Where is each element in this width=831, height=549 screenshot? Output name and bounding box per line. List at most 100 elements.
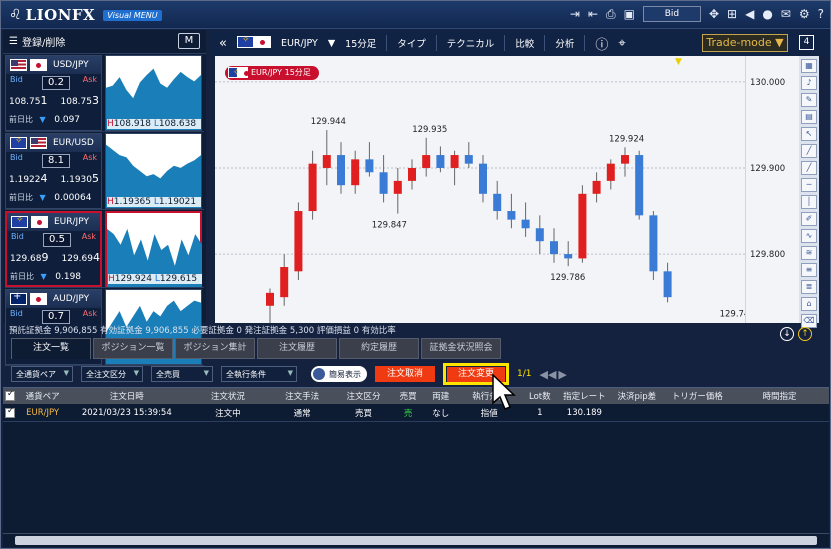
grid-icon[interactable]: ⊞ — [727, 7, 737, 21]
candle-body[interactable] — [535, 228, 544, 242]
mini-chart[interactable]: H108.918 L108.638 — [105, 55, 202, 131]
export-icon[interactable]: ⇥ — [570, 7, 580, 21]
prev-page-icon[interactable]: ◀◀ — [539, 368, 556, 381]
column-header[interactable]: 指定レート — [560, 390, 610, 402]
candle-body[interactable] — [464, 155, 473, 164]
pair-select[interactable]: EUR/JPY — [281, 38, 318, 49]
interval-select[interactable]: 15分足 — [345, 36, 376, 50]
candle-body[interactable] — [379, 172, 388, 194]
zigzag-tool-icon[interactable]: ≋ — [801, 246, 817, 260]
layout-number[interactable]: 4 — [799, 35, 814, 50]
visual-menu-button[interactable]: Visual MENU — [103, 9, 162, 21]
info-icon[interactable]: ⓘ — [595, 34, 608, 53]
hline-tool-icon[interactable]: ─ — [801, 178, 817, 192]
candle-body[interactable] — [294, 211, 303, 272]
candle-body[interactable] — [280, 267, 289, 298]
collapse-icon[interactable]: « — [219, 36, 227, 51]
ray-tool-icon[interactable]: ╱ — [801, 161, 817, 175]
mini-chart[interactable]: H1.19365 L1.19021 — [105, 133, 202, 209]
column-header[interactable]: 決済pip差 — [609, 390, 664, 402]
layout-icon[interactable]: ✥ — [709, 7, 719, 21]
chevron-down-icon[interactable]: ▼ — [328, 38, 335, 49]
m-button[interactable]: M — [178, 33, 200, 49]
ask-price[interactable]: 129.694 — [62, 251, 101, 264]
pair-filter[interactable]: 全通貨ペア — [11, 366, 73, 382]
pair-row-eur-jpy[interactable]: EUR/JPY Bid Ask 0.5 129.689 129.694 前日比 … — [5, 211, 204, 288]
candle-body[interactable] — [266, 292, 274, 306]
column-header[interactable]: トリガー価格 — [665, 390, 730, 402]
pair-row-eur-usd[interactable]: EUR/USD Bid Ask 8.1 1.19224 1.19305 前日比 … — [5, 133, 204, 210]
analysis-button[interactable]: 分析 — [555, 36, 574, 50]
gear-icon[interactable]: ⚙ — [799, 7, 810, 21]
candle-body[interactable] — [351, 159, 360, 186]
bid-price[interactable]: 129.689 — [10, 251, 49, 264]
wave-tool-icon[interactable]: ∿ — [801, 229, 817, 243]
register-button[interactable]: 登録/削除 — [22, 34, 65, 49]
line-tool-icon[interactable]: ╱ — [801, 144, 817, 158]
candle-body[interactable] — [635, 155, 644, 216]
rate-card[interactable]: USD/JPY Bid Ask 0.2 108.751 108.753 前日比 … — [5, 55, 102, 131]
candle-body[interactable] — [365, 159, 374, 173]
order-type-filter[interactable]: 全注文区分 — [81, 366, 143, 382]
ask-price[interactable]: 1.19305 — [61, 172, 100, 185]
save-icon[interactable]: ▣ — [624, 7, 635, 21]
bid-price[interactable]: 1.19224 — [9, 172, 48, 185]
candlestick-chart[interactable]: ▼ 129.944 129.935 129.924 129.847 129.786 129.… — [215, 56, 797, 323]
trade-mode-button[interactable]: Trade-mode ▼ — [702, 34, 788, 52]
layout-tool-icon[interactable]: ▤ — [801, 110, 817, 124]
tab-4[interactable]: 約定履歴 — [339, 338, 419, 359]
column-header[interactable]: 注文区分 — [334, 390, 393, 402]
next-page-icon[interactable]: ▶ — [558, 368, 566, 381]
bell-tool-icon[interactable]: ♪ — [801, 76, 817, 90]
scroll-thumb[interactable] — [15, 536, 817, 545]
table-row[interactable]: EUR/JPY2021/03/23 15:39:54注文中通常売買売なし指値11… — [3, 404, 829, 422]
image-tool-icon[interactable]: ▦ — [801, 59, 817, 73]
simple-display-toggle[interactable]: 簡易表示 — [311, 366, 367, 382]
sound-icon[interactable]: ◀ — [745, 7, 754, 21]
tab-3[interactable]: 注文履歴 — [257, 338, 337, 359]
horizontal-scrollbar[interactable] — [3, 533, 829, 547]
bid-price[interactable]: 108.751 — [9, 94, 48, 107]
rate-card[interactable]: EUR/USD Bid Ask 8.1 1.19224 1.19305 前日比 … — [5, 133, 102, 209]
candle-body[interactable] — [550, 241, 558, 255]
condition-filter[interactable]: 全執行条件 — [221, 366, 297, 382]
tab-2[interactable]: ポジション集計 — [175, 338, 255, 359]
mail-icon[interactable]: ✉ — [781, 7, 791, 21]
column-header[interactable]: 時間指定 — [730, 390, 829, 402]
candle-body[interactable] — [649, 215, 658, 272]
import-icon[interactable]: ⇤ — [588, 7, 598, 21]
column-header[interactable]: Lot数 — [520, 390, 560, 402]
column-header[interactable]: 注文日時 — [68, 390, 185, 402]
candle-body[interactable] — [493, 193, 502, 212]
candle-body[interactable] — [322, 155, 331, 168]
cursor-tool-icon[interactable]: ↖ — [801, 127, 817, 141]
tab-0[interactable]: 注文一覧 — [11, 338, 91, 359]
rate-card[interactable]: EUR/JPY Bid Ask 0.5 129.689 129.694 前日比 … — [5, 211, 102, 287]
candle-body[interactable] — [621, 155, 629, 164]
comment-tool-icon[interactable]: ✎ — [801, 93, 817, 107]
pair-row-usd-jpy[interactable]: USD/JPY Bid Ask 0.2 108.751 108.753 前日比 … — [5, 55, 204, 132]
column-header[interactable]: 売買 — [393, 390, 423, 402]
candle-body[interactable] — [507, 211, 516, 220]
vline-tool-icon[interactable]: │ — [801, 195, 817, 209]
candle-body[interactable] — [393, 180, 402, 194]
side-filter[interactable]: 全売買 — [151, 366, 213, 382]
candle-body[interactable] — [564, 254, 573, 259]
column-header[interactable]: 両建 — [423, 390, 459, 402]
candle-body[interactable] — [436, 155, 445, 168]
column-header[interactable]: 注文状況 — [185, 390, 270, 402]
pen-tool-icon[interactable]: ✐ — [801, 212, 817, 226]
column-header[interactable]: 注文手法 — [270, 390, 333, 402]
column-header[interactable]: 通貨ペア — [17, 390, 69, 402]
alert-icon[interactable]: ● — [762, 7, 772, 21]
print-icon[interactable]: ⎙ — [606, 7, 616, 22]
type-button[interactable]: タイプ — [397, 36, 426, 50]
select-all-checkbox[interactable] — [4, 391, 15, 401]
candle-body[interactable] — [408, 167, 416, 181]
tab-1[interactable]: ポジション一覧 — [93, 338, 173, 359]
candle-body[interactable] — [578, 193, 587, 259]
candle-body[interactable] — [663, 271, 672, 298]
candle-body[interactable] — [606, 163, 615, 181]
candle-body[interactable] — [450, 155, 459, 168]
candle-body[interactable] — [337, 155, 345, 186]
